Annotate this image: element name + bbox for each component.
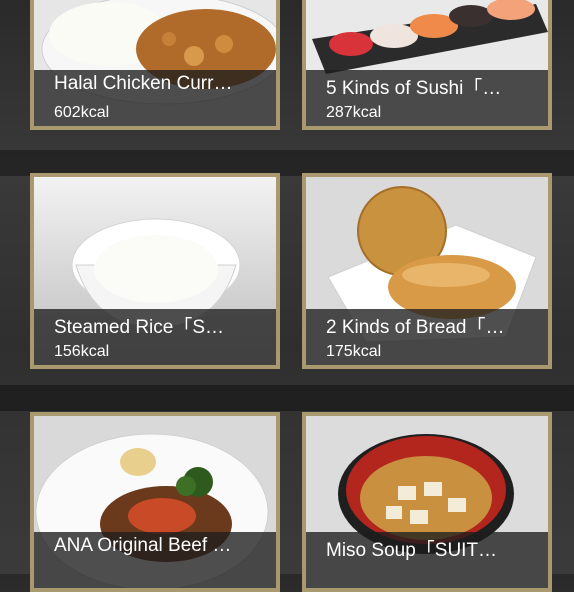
item-calories: 156kcal: [54, 343, 110, 360]
item-name: 2 Kinds of Bread「…: [326, 317, 505, 338]
menu-card[interactable]: ANA Original Beef …: [30, 412, 280, 592]
item-calories: 175kcal: [326, 343, 382, 360]
item-caption: 2 Kinds of Bread「… 175kcal: [306, 309, 548, 365]
item-name: 5 Kinds of Sushi「…: [326, 78, 502, 99]
menu-card[interactable]: 2 Kinds of Bread「… 175kcal: [302, 173, 552, 369]
item-caption: 5 Kinds of Sushi「… 287kcal: [306, 70, 548, 126]
menu-grid: Halal Chicken Curr… 602kcal 5 Kinds of S…: [0, 0, 574, 592]
item-caption: Steamed Rice「S… 156kcal: [34, 309, 276, 365]
item-calories: 287kcal: [326, 104, 382, 121]
item-caption: Miso Soup「SUIT…: [306, 532, 548, 588]
item-caption: Halal Chicken Curr… 602kcal: [34, 70, 276, 126]
item-name: Steamed Rice「S…: [54, 317, 225, 338]
menu-card[interactable]: Steamed Rice「S… 156kcal: [30, 173, 280, 369]
item-name: Miso Soup「SUIT…: [326, 540, 498, 561]
item-name: ANA Original Beef …: [54, 535, 232, 556]
menu-card[interactable]: 5 Kinds of Sushi「… 287kcal: [302, 0, 552, 130]
item-name: Halal Chicken Curr…: [54, 73, 233, 94]
item-calories: 602kcal: [54, 104, 110, 121]
item-caption: ANA Original Beef …: [34, 532, 276, 588]
menu-card[interactable]: Halal Chicken Curr… 602kcal: [30, 0, 280, 130]
menu-card[interactable]: Miso Soup「SUIT…: [302, 412, 552, 592]
